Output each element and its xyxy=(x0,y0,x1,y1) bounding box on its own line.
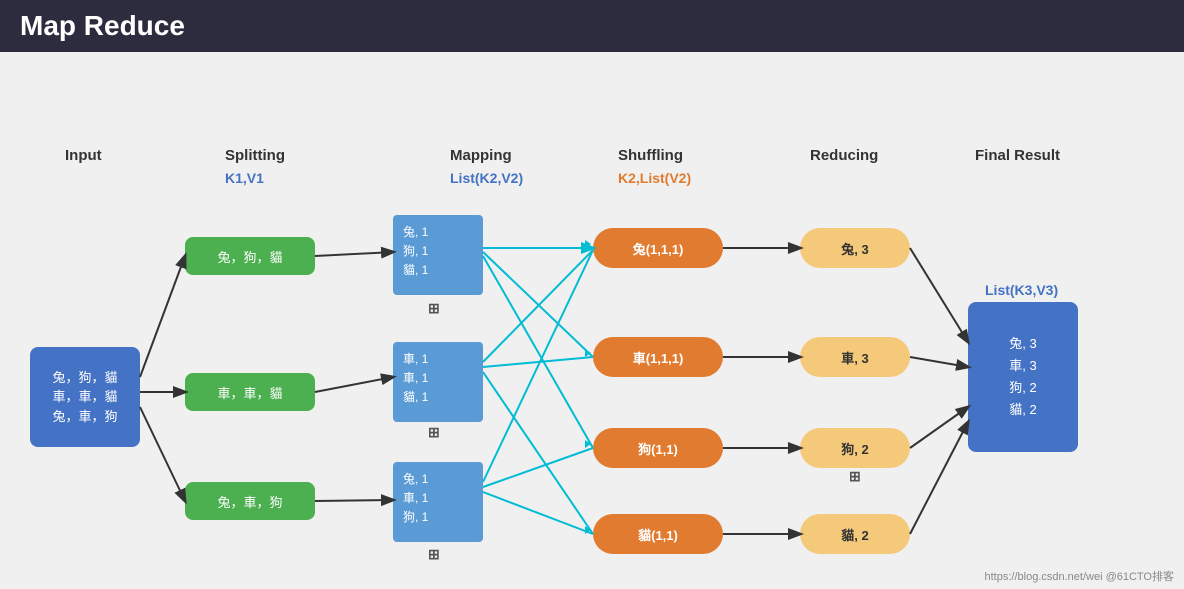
sub-label-mapping: List(K2,V2) xyxy=(450,170,523,186)
final-result-box: 兔, 3 車, 3 狗, 2 貓, 2 xyxy=(968,302,1078,452)
input-box: 兔，狗，貓 車，車，貓 兔，車，狗 xyxy=(30,347,140,447)
label-splitting: Splitting xyxy=(225,147,285,164)
label-shuffling: Shuffling xyxy=(618,147,683,164)
shuffling-box-1: 兔(1,1,1) xyxy=(593,228,723,268)
sub-label-splitting: K1,V1 xyxy=(225,170,264,186)
shuffling-box-4: 貓(1,1) xyxy=(593,514,723,554)
plus-reducing-3: ⊞ xyxy=(849,468,861,485)
label-input: Input xyxy=(65,147,102,164)
mapping-box-1: 兔, 1 狗, 1 貓, 1 xyxy=(393,215,483,295)
plus-mapping-1: ⊞ xyxy=(428,300,440,317)
page-title: Map Reduce xyxy=(20,10,185,41)
watermark: https://blog.csdn.net/wei @61CTO排客 xyxy=(985,568,1175,584)
shuffling-box-3: 狗(1,1) xyxy=(593,428,723,468)
splitting-box-3: 兔，車，狗 xyxy=(185,482,315,520)
mapping-box-2: 車, 1 車, 1 貓, 1 xyxy=(393,342,483,422)
reducing-box-3: 狗, 2 xyxy=(800,428,910,468)
plus-mapping-2: ⊞ xyxy=(428,424,440,441)
shuffling-box-2: 車(1,1,1) xyxy=(593,337,723,377)
splitting-box-1: 兔，狗，貓 xyxy=(185,237,315,275)
splitting-box-2: 車，車，貓 xyxy=(185,373,315,411)
reducing-box-4: 貓, 2 xyxy=(800,514,910,554)
label-mapping: Mapping xyxy=(450,147,512,164)
sub-label-shuffling: K2,List(V2) xyxy=(618,170,691,186)
main-area: Input Splitting Mapping Shuffling Reduci… xyxy=(0,52,1184,589)
reducing-box-1: 兔, 3 xyxy=(800,228,910,268)
plus-mapping-3: ⊞ xyxy=(428,546,440,563)
reducing-box-2: 車, 3 xyxy=(800,337,910,377)
label-final: Final Result xyxy=(975,147,1060,164)
label-reducing: Reducing xyxy=(810,147,878,164)
mapping-box-3: 兔, 1 車, 1 狗, 1 xyxy=(393,462,483,542)
sub-label-final: List(K3,V3) xyxy=(985,282,1058,298)
title-bar: Map Reduce xyxy=(0,0,1184,52)
